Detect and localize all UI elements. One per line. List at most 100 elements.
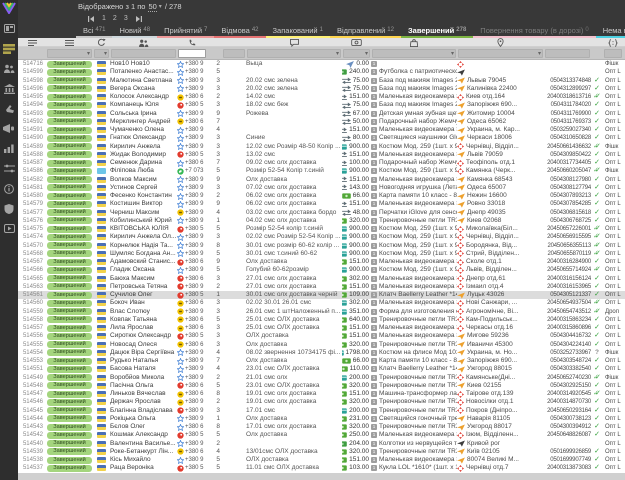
filter-dropdown[interactable]: ▾	[372, 49, 456, 58]
column-header-qty[interactable]	[207, 38, 222, 47]
table-row[interactable]: 514567 Завершений Адамовский Станис... +…	[18, 258, 625, 266]
table-row[interactable]: 514544 Завершений Рокіцька Ольга +380 9 …	[18, 415, 625, 423]
table-row[interactable]: 514599 Завершений Потапенко Анастас... +…	[18, 68, 625, 76]
filter-cell[interactable]	[604, 49, 622, 58]
table-row[interactable]: 514596 Завершений Вегера Оксана +380 9 3…	[18, 85, 625, 93]
filter-dropdown[interactable]: ▾	[458, 49, 543, 58]
filter-dropdown[interactable]: ▾	[247, 49, 341, 58]
table-row[interactable]: 514560 Завершений Бокоч Иван +380 6 3 02…	[18, 299, 625, 307]
table-row[interactable]: 514579 Завершений Костишин Виктор +380 9…	[18, 200, 625, 208]
table-row[interactable]: 514570 Завершений Корнелюк Надія Та... +…	[18, 242, 625, 250]
table-row[interactable]: 514581 Завершений Устинов Сергей +380 9 …	[18, 184, 625, 192]
sidebar-item-support-icon[interactable]	[3, 203, 15, 214]
table-row[interactable]: 514568 Завершений Шумляс Богдана Ан... +…	[18, 250, 625, 258]
table-row[interactable]: 514553 Завершений Рудько Наталья +380 9 …	[18, 357, 625, 365]
table-row[interactable]: 514538 Завершений Кісь Михайло +380 9 5 …	[18, 456, 625, 464]
column-header-comment[interactable]	[246, 38, 342, 47]
filter-cell[interactable]	[111, 49, 176, 58]
page-number[interactable]: 3	[124, 15, 128, 22]
sidebar-item-dashboard-icon[interactable]	[3, 23, 15, 34]
column-header-payment[interactable]	[342, 38, 371, 47]
table-row[interactable]: 514582 Завершений Волков Максим +380 9 9…	[18, 176, 625, 184]
table-row[interactable]: 514576 Завершений Кобилинський Юрий +380…	[18, 217, 625, 225]
sidebar-item-automation-icon[interactable]	[3, 163, 15, 174]
table-row[interactable]: 514559 Завершений Влас Слотюу +380 9 3 2…	[18, 308, 625, 316]
tab-Нема в наявності[interactable]: Нема в наявності 1	[596, 24, 625, 38]
column-header-tracking[interactable]	[544, 38, 591, 47]
tab-Запакований[interactable]: Запакований 1	[266, 24, 330, 38]
tab-Новий[interactable]: Новий 48	[112, 24, 157, 38]
filter-dropdown[interactable]: ▾	[94, 49, 109, 58]
tab-Відмова[interactable]: Відмова 42	[214, 24, 265, 38]
table-row[interactable]: 514561 Завершений Сучилов Олег +380 5 1 …	[18, 291, 625, 299]
tab-Завершений[interactable]: Завершений 278	[401, 24, 473, 38]
chevron-down-icon[interactable]: ▾	[159, 3, 162, 10]
table-row[interactable]: 514563 Завершений Петровська Тетяна +380…	[18, 283, 625, 291]
table-row[interactable]: 514555 Завершений Новосад Олеся +380 6 3…	[18, 341, 625, 349]
page-number[interactable]: 1	[102, 15, 106, 22]
sidebar-item-sales-icon[interactable]	[3, 103, 15, 114]
table-row[interactable]: 514556 Завершений Сиротюк Олександр +380…	[18, 332, 625, 340]
column-header-id[interactable]	[18, 38, 46, 47]
column-header-check[interactable]	[591, 38, 603, 47]
column-header-spacer[interactable]	[222, 38, 246, 47]
column-header-product[interactable]	[371, 38, 457, 47]
filter-dropdown[interactable]: ▾	[343, 49, 370, 58]
sidebar-item-orders-icon[interactable]	[3, 43, 15, 54]
filter-cell[interactable]	[545, 49, 590, 58]
tab-Відправлений[interactable]: Відправлений 12	[330, 24, 401, 38]
tab-Повернення товару (в дорозі)[interactable]: Повернення товару (в дорозі) 0	[473, 24, 595, 38]
first-page-button[interactable]	[88, 16, 95, 22]
table-row[interactable]: 514592 Завершений Мерклингер Андрей +380…	[18, 118, 625, 126]
sidebar-item-marketing-icon[interactable]	[3, 123, 15, 134]
table-row[interactable]: 514594 Завершений Компанець Юля +380 5 3…	[18, 101, 625, 109]
table-row[interactable]: 514589 Завершений Кирилич Анжела +380 9 …	[18, 143, 625, 151]
table-row[interactable]: 514546 Завершений Держач Ярослав +380 9 …	[18, 398, 625, 406]
last-page-button[interactable]	[135, 16, 142, 22]
table-row[interactable]: 514586 Завершений Філіпова Люба +7 073 5…	[18, 167, 625, 175]
column-header-client[interactable]	[110, 38, 177, 47]
app-logo-icon[interactable]	[2, 2, 16, 14]
table-row[interactable]: 514593 Завершений Сольська Ірина +380 9 …	[18, 110, 625, 118]
sidebar-item-company-icon[interactable]	[3, 83, 15, 94]
table-row[interactable]: 514580 Завершений Фесенко Константин +38…	[18, 192, 625, 200]
table-row[interactable]: 514591 Завершений Чумаченко Олена +380 9…	[18, 126, 625, 134]
table-row[interactable]: 514598 Завершений Малютина Светлана +380…	[18, 77, 625, 85]
table-row[interactable]: 514558 Завершений Ковпак Татьяна +380 6 …	[18, 316, 625, 324]
column-header-source[interactable]	[93, 38, 110, 47]
table-row[interactable]: 514537 Завершений Раца Вероніка +380 5 5…	[18, 464, 625, 472]
table-row[interactable]: 514548 Завершений Пасічна Ольга +380 6 5…	[18, 382, 625, 390]
filter-cell[interactable]	[223, 49, 245, 58]
filter-dropdown[interactable]: ▾	[47, 49, 92, 58]
table-row[interactable]: 514587 Завершений Семенюк Дарина +380 6 …	[18, 159, 625, 167]
column-header-tag[interactable]	[603, 38, 623, 47]
sidebar-item-clients-icon[interactable]	[3, 63, 15, 74]
table-row[interactable]: 514716 Завершений Нов10 Нов10 +380 9 2 В…	[18, 60, 625, 68]
table-row[interactable]: 514547 Завершений Линьков Вячеслав +380 …	[18, 390, 625, 398]
table-row[interactable]: 514575 Завершений КВІТОВСЬКА ЮЛІЯ +380 5…	[18, 225, 625, 233]
tab-Всі[interactable]: Всі 471	[76, 24, 112, 38]
tab-Прийнятий[interactable]: Прийнятий 7	[157, 24, 214, 38]
table-row[interactable]: 514543 Завершений Бєлов Олег +380 6 8 17…	[18, 423, 625, 431]
column-header-delivery[interactable]	[457, 38, 544, 47]
sidebar-item-video-icon[interactable]	[3, 223, 15, 234]
filter-input[interactable]	[178, 49, 206, 58]
sidebar-item-info-icon[interactable]	[3, 183, 15, 194]
table-row[interactable]: 514551 Завершений Басова Наталя +380 9 4…	[18, 365, 625, 373]
table-row[interactable]: 514540 Завершений Валентина Василье... +…	[18, 440, 625, 448]
table-row[interactable]: 514577 Завершений Черниш Максим +380 9 4…	[18, 209, 625, 217]
table-row[interactable]: 514554 Завершений Дацюк Віра Сергіївна +…	[18, 349, 625, 357]
table-row[interactable]: 514542 Завершений Кошмак Александр +380 …	[18, 431, 625, 439]
table-row[interactable]: 514566 Завершений Гладик Оксана +380 9 5…	[18, 266, 625, 274]
table-row[interactable]: 514565 Завершений Баюха Максим +380 6 3 …	[18, 275, 625, 283]
table-row[interactable]: 514545 Завершений Благінна Владіслава +3…	[18, 407, 625, 415]
table-row[interactable]: 514539 Завершений Роке-Бетанкурт Лін... …	[18, 448, 625, 456]
table-row[interactable]: 514588 Завершений Жидак Володимир +380 5…	[18, 151, 625, 159]
column-header-status[interactable]	[46, 38, 93, 47]
table-row[interactable]: 514557 Завершений Лила Ярослав +380 6 3 …	[18, 324, 625, 332]
table-row[interactable]: 514590 Завершений Гнатюк Олександр +380 …	[18, 134, 625, 142]
table-row[interactable]: 514574 Завершений Кирилич Анжела Ол... +…	[18, 233, 625, 241]
table-row[interactable]: 514595 Завершений Колосок Александр +380…	[18, 93, 625, 101]
column-header-phone[interactable]	[177, 38, 207, 47]
page-size-dropdown[interactable]: 50	[148, 2, 156, 12]
